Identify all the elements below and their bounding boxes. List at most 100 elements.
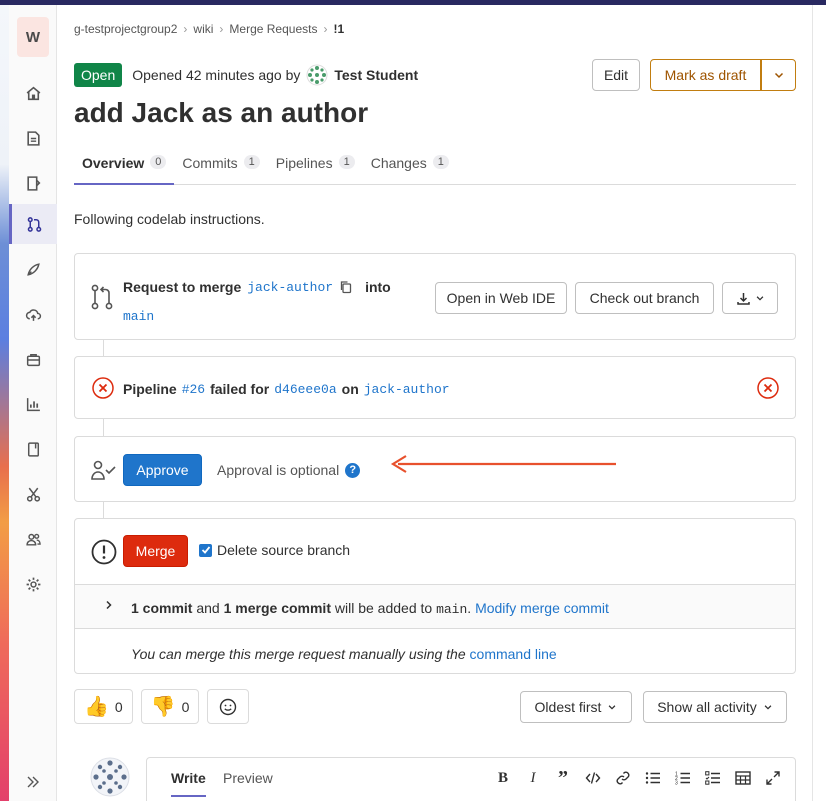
breadcrumb-current[interactable]: !1: [333, 22, 344, 36]
tab-commits[interactable]: Commits 1: [174, 147, 267, 185]
desktop-edge: [0, 5, 9, 801]
help-icon[interactable]: ?: [345, 462, 361, 478]
thumbs-up-button[interactable]: 👍 0: [74, 689, 133, 724]
warning-icon: [91, 539, 117, 565]
chevron-down-icon: [764, 705, 772, 710]
pipeline-branch-link[interactable]: jack-author: [364, 382, 450, 397]
approval-user-icon: [91, 460, 116, 480]
pipeline-failed-status-icon[interactable]: [757, 377, 779, 399]
bold-icon[interactable]: B: [495, 770, 511, 786]
scrollbar-track[interactable]: [812, 5, 826, 801]
author-name[interactable]: Test Student: [334, 67, 418, 83]
mr-description: Following codelab instructions.: [74, 211, 265, 227]
breadcrumb: g-testprojectgroup2 › wiki › Merge Reque…: [74, 22, 344, 36]
pipeline-status-text: Pipeline #26 failed for d46eee0a on jack…: [123, 381, 450, 397]
breadcrumb-separator: ›: [219, 22, 224, 36]
mr-tabs: Overview 0 Commits 1 Pipelines 1 Changes 1: [74, 147, 796, 185]
collapse-sidebar-button[interactable]: [9, 767, 57, 797]
current-user-avatar[interactable]: [90, 757, 130, 797]
breadcrumb-separator: ›: [183, 22, 188, 36]
modify-merge-commit-link[interactable]: Modify merge commit: [475, 600, 609, 616]
breadcrumb-group[interactable]: g-testprojectgroup2: [74, 22, 177, 36]
sort-order-dropdown[interactable]: Oldest first: [520, 691, 632, 723]
table-icon[interactable]: [735, 770, 751, 786]
sidebar-item-members[interactable]: [9, 519, 57, 559]
preview-tab[interactable]: Preview: [223, 770, 273, 786]
code-icon[interactable]: [585, 770, 601, 786]
quote-icon[interactable]: ”: [555, 767, 571, 789]
pipeline-widget: Pipeline #26 failed for d46eee0a on jack…: [74, 356, 796, 419]
target-branch-link[interactable]: main: [123, 309, 154, 324]
snippets-icon: [26, 487, 40, 502]
breadcrumb-separator: ›: [323, 22, 328, 36]
add-reaction-button[interactable]: [207, 689, 250, 724]
sidebar-item-wiki[interactable]: [9, 429, 57, 469]
write-tab[interactable]: Write: [171, 770, 206, 797]
sidebar-item-issues[interactable]: [9, 118, 57, 158]
mr-header: Open Opened 42 minutes ago by Test Stude…: [74, 59, 796, 91]
italic-icon[interactable]: I: [525, 770, 541, 786]
breadcrumb-merge-requests[interactable]: Merge Requests: [229, 22, 317, 36]
tab-count: 1: [338, 155, 355, 169]
mark-as-draft-button[interactable]: Mark as draft: [650, 59, 761, 91]
sort-order-label: Oldest first: [534, 699, 602, 715]
packages-icon: [26, 353, 40, 366]
widget-connector: [103, 419, 104, 436]
link-icon[interactable]: [615, 770, 631, 786]
project-avatar[interactable]: W: [17, 17, 49, 57]
tab-overview[interactable]: Overview 0: [74, 147, 175, 185]
tab-changes[interactable]: Changes 1: [363, 147, 457, 185]
breadcrumb-project[interactable]: wiki: [193, 22, 213, 36]
tab-label: Pipelines: [275, 155, 333, 171]
open-web-ide-button[interactable]: Open in Web IDE: [435, 282, 567, 314]
merge-button[interactable]: Merge: [123, 535, 188, 567]
sidebar-item-settings[interactable]: [9, 564, 57, 604]
source-branch-link[interactable]: jack-author: [247, 280, 333, 295]
approve-button[interactable]: Approve: [123, 454, 202, 486]
edit-button[interactable]: Edit: [592, 59, 640, 91]
manual-merge-text: You can merge this merge request manuall…: [131, 646, 466, 662]
sidebar-item-home[interactable]: [9, 73, 57, 113]
sidebar-item-packages[interactable]: [9, 339, 57, 379]
ci-cd-icon: [26, 262, 40, 276]
delete-source-branch-option[interactable]: Delete source branch: [199, 542, 350, 558]
delete-source-branch-checkbox[interactable]: [199, 543, 212, 557]
task-list-icon[interactable]: [705, 770, 721, 786]
issues-icon: [26, 130, 40, 146]
copy-icon[interactable]: [339, 280, 353, 294]
thumbs-up-icon: 👍: [84, 696, 109, 718]
target-branch-row: main: [123, 307, 154, 324]
sidebar-item-snippets[interactable]: [9, 474, 57, 514]
chevron-right-icon[interactable]: [103, 599, 115, 611]
check-out-branch-button[interactable]: Check out branch: [575, 282, 714, 314]
bulleted-list-icon[interactable]: [645, 770, 661, 786]
tab-count: 0: [150, 155, 167, 169]
tab-pipelines[interactable]: Pipelines 1: [268, 147, 363, 185]
sidebar-item-repository[interactable]: [9, 163, 57, 203]
fullscreen-icon[interactable]: [765, 770, 781, 786]
comment-editor[interactable]: Write Preview B I ” 123: [146, 757, 796, 801]
tab-count: 1: [432, 155, 449, 169]
check-icon: [201, 546, 210, 554]
wiki-icon: [27, 441, 39, 457]
sidebar-item-merge-requests[interactable]: [9, 204, 57, 244]
pipeline-label: Pipeline: [123, 381, 177, 397]
numbered-list-icon[interactable]: 123: [675, 770, 691, 786]
chevron-double-right-icon: [27, 776, 39, 788]
activity-filter-dropdown[interactable]: Show all activity: [643, 691, 787, 723]
widget-connector: [103, 502, 104, 518]
thumbs-down-button[interactable]: 👎 0: [140, 689, 200, 724]
tab-label: Changes: [370, 155, 427, 171]
draft-dropdown-button[interactable]: [761, 59, 796, 91]
thumbs-up-count: 0: [114, 698, 123, 715]
annotation-arrow: [390, 455, 616, 473]
commit-sha-link[interactable]: d46eee0a: [274, 382, 336, 397]
download-dropdown-button[interactable]: [722, 282, 778, 314]
author-avatar[interactable]: [306, 64, 328, 86]
command-line-link[interactable]: command line: [470, 646, 557, 662]
merge-request-icon: [91, 284, 113, 310]
pipeline-id-link[interactable]: #26: [182, 382, 205, 397]
sidebar-item-deployments[interactable]: [9, 294, 57, 334]
sidebar-item-analytics[interactable]: [9, 384, 57, 424]
sidebar-item-ci-cd[interactable]: [9, 249, 57, 289]
